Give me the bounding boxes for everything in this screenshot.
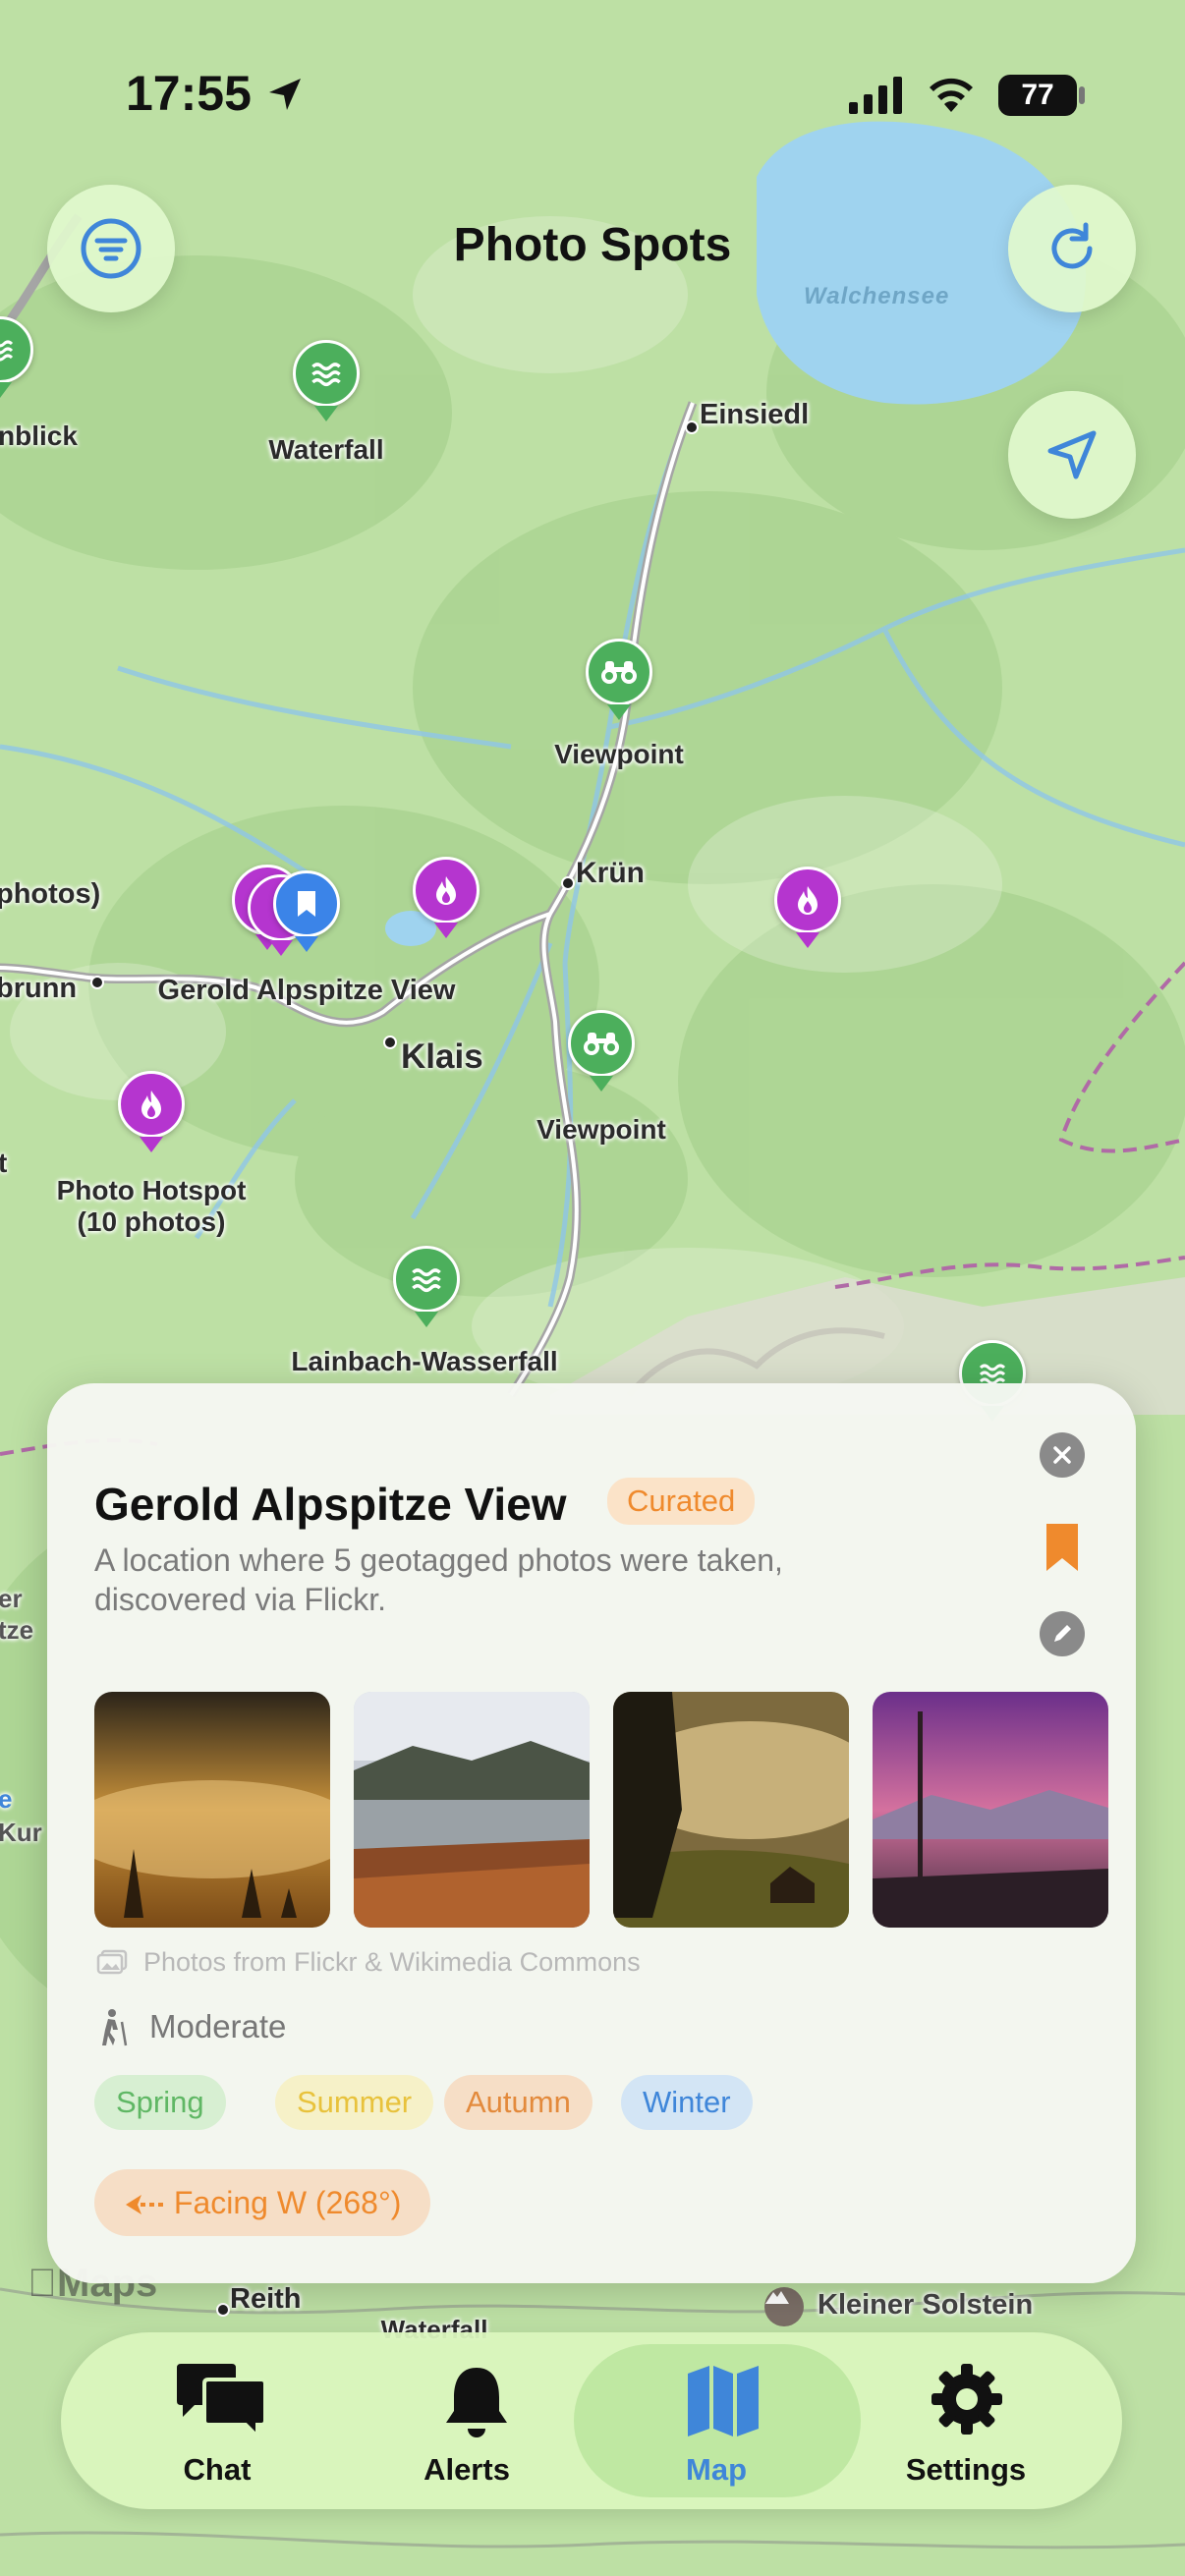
pin-label-viewpoint: Viewpoint — [536, 1114, 666, 1145]
place-dot — [216, 2303, 230, 2317]
wifi-icon — [930, 78, 973, 112]
photo-thumbnail[interactable] — [613, 1692, 849, 1928]
place-label-kleiner-solstein: Kleiner Solstein — [818, 2289, 1034, 2321]
season-tag-autumn: Autumn — [444, 2075, 592, 2130]
tab-label-chat: Chat — [183, 2452, 252, 2487]
waves-icon — [412, 1268, 441, 1293]
viewpoint-pin[interactable] — [586, 639, 652, 705]
difficulty-label: Moderate — [149, 2008, 287, 2044]
place-dot — [685, 420, 699, 434]
waves-icon — [0, 340, 14, 362]
pin-label-hotspot: Photo Hotspot (10 photos) — [57, 1175, 247, 1238]
place-label-kruen: Krün — [576, 857, 645, 889]
place-label-brunn: brunn — [0, 973, 78, 1004]
binoculars-icon — [601, 661, 637, 684]
tab-label-settings: Settings — [905, 2452, 1027, 2487]
waves-icon — [311, 363, 341, 387]
bookmark-button[interactable] — [1044, 1521, 1081, 1579]
locate-me-button[interactable] — [1008, 391, 1136, 519]
season-tag-summer: Summer — [275, 2075, 434, 2130]
refresh-button[interactable] — [1008, 185, 1136, 312]
photo-thumbnail[interactable] — [94, 1692, 330, 1928]
curated-badge: Curated — [607, 1478, 756, 1525]
tab-settings[interactable]: Settings — [853, 2332, 1079, 2509]
place-dot — [90, 976, 104, 989]
viewpoint-pin[interactable] — [568, 1010, 635, 1077]
photo-hotspot-pin[interactable] — [413, 857, 480, 924]
place-label-einsiedl: Einsiedl — [700, 399, 810, 430]
photos-icon — [96, 1949, 128, 1975]
place-label-tze: tze — [0, 1615, 34, 1645]
filter-icon — [81, 218, 141, 279]
photo-hotspot-pin[interactable] — [118, 1071, 185, 1138]
bookmark-icon — [1046, 1524, 1078, 1571]
edit-button[interactable] — [1040, 1611, 1085, 1656]
season-tag-winter: Winter — [621, 2075, 753, 2130]
hotspot-line2: (10 photos) — [77, 1206, 226, 1237]
cellular-signal-icon — [849, 77, 902, 114]
photo-thumbnail[interactable] — [354, 1692, 590, 1928]
waterfall-pin[interactable] — [293, 340, 360, 407]
tab-bar: Chat Alerts Map Settings — [61, 2332, 1122, 2509]
photo-thumbnail[interactable] — [873, 1692, 1108, 1928]
close-icon — [1053, 1446, 1071, 1464]
refresh-icon — [1051, 222, 1093, 269]
place-label-e: e — [0, 1784, 13, 1814]
season-tag-spring: Spring — [94, 2075, 226, 2130]
selected-spot-pin[interactable] — [273, 870, 340, 937]
tab-map[interactable]: Map — [603, 2332, 829, 2509]
map-icon — [688, 2366, 759, 2436]
close-button[interactable] — [1040, 1432, 1085, 1478]
pin-label-gerold: Gerold Alpspitze View — [157, 975, 456, 1006]
pencil-icon — [1054, 1625, 1071, 1642]
flame-icon — [798, 886, 818, 915]
location-arrow-icon — [268, 79, 301, 110]
photo-carousel[interactable] — [94, 1692, 1136, 1928]
pin-label-lainbach: Lainbach-Wasserfall — [291, 1346, 558, 1376]
place-label-photos: photos) — [0, 878, 101, 910]
status-time: 17:55 — [126, 65, 305, 122]
tab-label-map: Map — [686, 2452, 747, 2487]
waterfall-pin[interactable] — [393, 1246, 460, 1313]
chat-bubbles-icon — [177, 2364, 267, 2441]
photo-credit: Photos from Flickr & Wikimedia Commons — [143, 1947, 641, 1977]
pin-label-waterfall: Waterfall — [268, 434, 384, 465]
mountain-icon — [764, 2287, 804, 2326]
gear-icon — [931, 2364, 1002, 2435]
spot-detail-card: Gerold Alpspitze View Curated A location… — [47, 1383, 1136, 2283]
flame-icon — [141, 1091, 161, 1119]
bell-icon — [446, 2368, 507, 2437]
filter-button[interactable] — [47, 185, 175, 312]
place-label-reith: Reith — [230, 2283, 302, 2315]
pin-label-viewpoint: Viewpoint — [554, 739, 684, 769]
facing-direction-badge: Facing W (268°) — [94, 2169, 431, 2236]
tab-chat[interactable]: Chat — [104, 2332, 330, 2509]
tab-label-alerts: Alerts — [423, 2452, 510, 2487]
place-label-klais: Klais — [401, 1037, 483, 1076]
spot-title: Gerold Alpspitze View — [94, 1479, 567, 1530]
spot-description: A location where 5 geotagged photos were… — [94, 1542, 783, 1617]
photo-hotspot-pin[interactable] — [774, 867, 841, 933]
place-dot — [561, 876, 575, 890]
hotspot-line1: Photo Hotspot — [56, 1175, 247, 1205]
battery-icon: 77 — [998, 75, 1077, 116]
arrow-west-icon — [126, 2195, 163, 2214]
place-label-er: er — [0, 1584, 23, 1613]
binoculars-icon — [584, 1033, 619, 1055]
lake-label: Walchensee — [804, 283, 950, 309]
battery-tip — [1079, 86, 1085, 104]
place-label-t: t — [0, 1148, 8, 1178]
flame-icon — [436, 876, 456, 905]
place-dot — [383, 1036, 397, 1049]
tab-alerts[interactable]: Alerts — [354, 2332, 580, 2509]
place-label-kur: Kur — [0, 1818, 42, 1847]
bookmark-icon — [298, 891, 315, 917]
location-arrow-icon — [1047, 430, 1097, 479]
hiking-icon — [102, 2009, 128, 2046]
place-label-blick: nblick — [0, 420, 78, 451]
